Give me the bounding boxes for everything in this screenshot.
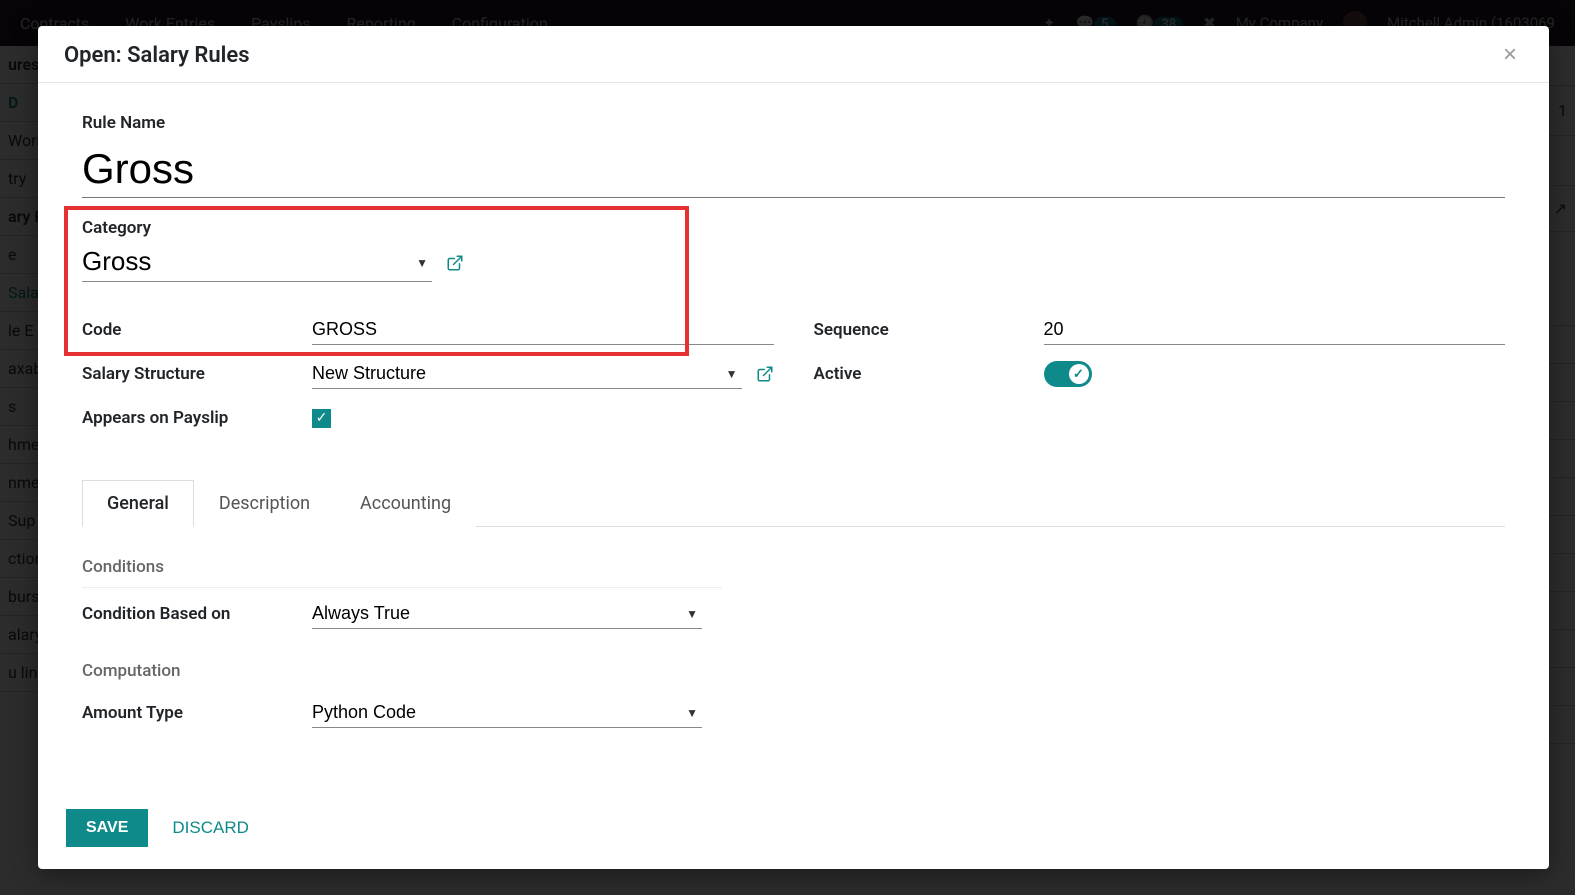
close-icon: × [1503,41,1517,68]
tab-description[interactable]: Description [194,480,335,527]
sequence-label: Sequence [814,320,1044,340]
sequence-input[interactable] [1044,315,1506,345]
external-link-icon [756,365,774,383]
appears-on-payslip-checkbox[interactable]: ✓ [312,409,331,428]
condition-based-on-label: Condition Based on [82,604,312,624]
section-computation-title: Computation [82,661,1505,681]
salary-rules-modal: Open: Salary Rules × Rule Name Category [38,26,1549,869]
save-button[interactable]: SAVE [66,809,148,847]
tabs: General Description Accounting [82,480,1505,527]
check-icon: ✓ [316,410,328,426]
salary-structure-label: Salary Structure [82,364,312,384]
rule-name-label: Rule Name [82,113,1505,133]
salary-structure-external-link[interactable] [756,365,774,383]
amount-type-select[interactable] [312,698,702,728]
modal-body: Rule Name Category ▼ [38,83,1549,795]
category-external-link[interactable] [446,254,464,272]
amount-type-label: Amount Type [82,703,312,723]
category-label: Category [82,218,774,238]
check-icon: ✓ [1073,367,1084,382]
rule-name-input[interactable] [82,143,1505,198]
condition-based-on-select[interactable] [312,599,702,629]
modal-header: Open: Salary Rules × [38,26,1549,83]
toggle-knob: ✓ [1069,364,1089,384]
active-toggle[interactable]: ✓ [1044,361,1092,387]
salary-structure-select[interactable] [312,359,742,389]
code-input[interactable] [312,315,774,345]
tab-general[interactable]: General [82,480,194,527]
external-link-icon [446,254,464,272]
modal-footer: SAVE DISCARD [38,795,1549,869]
code-label: Code [82,320,312,340]
active-label: Active [814,364,1044,384]
section-conditions-title: Conditions [82,557,1505,577]
category-select[interactable] [82,244,432,282]
appears-on-payslip-label: Appears on Payslip [82,408,312,428]
close-button[interactable]: × [1497,42,1523,68]
modal-title: Open: Salary Rules [64,43,250,68]
tab-accounting[interactable]: Accounting [335,480,476,527]
discard-button[interactable]: DISCARD [166,817,255,839]
